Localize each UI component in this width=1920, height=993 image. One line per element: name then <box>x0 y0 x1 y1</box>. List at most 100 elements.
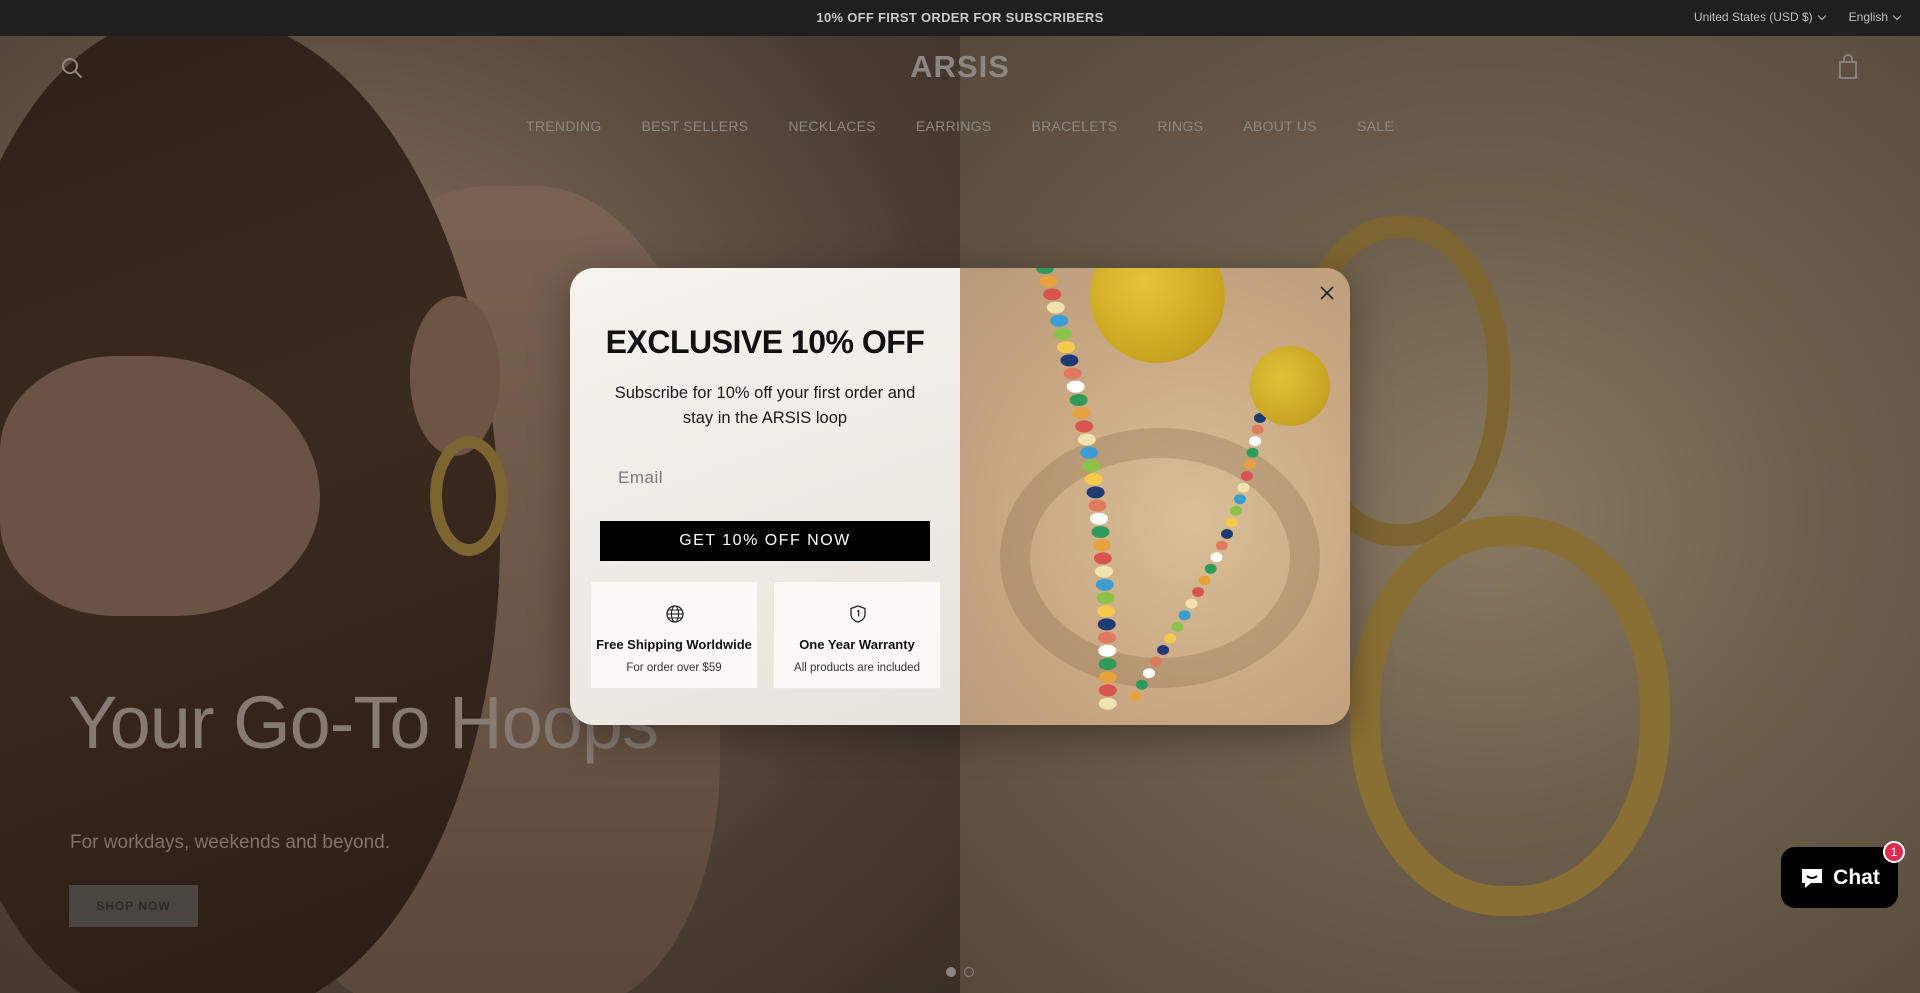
shop-now-button[interactable]: SHOP NOW <box>69 885 198 927</box>
country-selector[interactable]: United States (USD $) <box>1693 10 1826 24</box>
announcement-bar: 10% OFF FIRST ORDER FOR SUBSCRIBERS Unit… <box>0 0 1920 36</box>
chat-bubble-icon <box>1802 868 1823 888</box>
close-popup-button[interactable] <box>1316 282 1338 304</box>
bead <box>1098 658 1117 670</box>
bead <box>1098 631 1116 644</box>
bead <box>1084 473 1103 486</box>
bead <box>1093 552 1112 565</box>
globe-icon <box>666 605 684 623</box>
bead <box>1240 471 1253 481</box>
bead <box>1237 482 1250 493</box>
bead <box>1098 644 1117 657</box>
popup-subtitle: Subscribe for 10% off your first order a… <box>614 384 916 427</box>
hero-subtitle: For workdays, weekends and beyond. <box>70 832 391 853</box>
bead <box>1066 380 1085 393</box>
bead <box>1096 592 1115 604</box>
bead <box>1171 621 1184 632</box>
get-discount-button[interactable]: GET 10% OFF NOW <box>600 521 930 561</box>
bead <box>1092 539 1111 552</box>
bead <box>1204 563 1217 574</box>
bead <box>1091 526 1110 538</box>
hero-hoop-large <box>1350 516 1670 916</box>
bead <box>1157 645 1170 655</box>
close-icon <box>1320 286 1334 300</box>
nav-item-bracelets[interactable]: BRACELETS <box>1031 118 1117 134</box>
nav-item-rings[interactable]: RINGS <box>1157 118 1203 134</box>
popup-form-panel: EXCLUSIVE 10% OFF Subscribe for 10% off … <box>570 268 960 725</box>
popup-title: EXCLUSIVE 10% OFF <box>605 324 925 360</box>
nav-item-sale[interactable]: SALE <box>1357 118 1394 134</box>
language-label: English <box>1848 10 1888 24</box>
pompom-small <box>1250 346 1330 426</box>
bead <box>1210 552 1223 563</box>
email-field[interactable] <box>600 458 930 498</box>
newsletter-popup: EXCLUSIVE 10% OFF Subscribe for 10% off … <box>570 268 1350 725</box>
site-logo[interactable]: ARSIS <box>0 49 1920 85</box>
chat-label: Chat <box>1833 865 1880 889</box>
bead <box>1097 605 1116 618</box>
bead <box>1164 633 1177 644</box>
bead <box>1082 460 1101 472</box>
bead <box>1135 679 1148 690</box>
bead <box>1198 575 1211 586</box>
nav-item-best-sellers[interactable]: BEST SELLERS <box>642 118 749 134</box>
bead <box>1149 656 1162 667</box>
bead <box>1098 697 1117 710</box>
nav-item-earrings[interactable]: EARRINGS <box>916 118 992 134</box>
bead <box>1225 517 1238 528</box>
nav-item-trending[interactable]: TRENDING <box>526 118 602 134</box>
bead <box>1075 420 1094 433</box>
bead <box>1095 578 1114 591</box>
nav-item-necklaces[interactable]: NECKLACES <box>788 118 876 134</box>
benefit-title: One Year Warranty <box>799 637 915 652</box>
country-label: United States (USD $) <box>1693 10 1813 24</box>
language-selector[interactable]: English <box>1848 10 1902 24</box>
bead <box>1057 341 1076 354</box>
slide-dot-1[interactable] <box>946 967 956 977</box>
bead <box>1192 587 1205 597</box>
bead <box>1060 354 1079 367</box>
bead <box>1050 314 1069 327</box>
bead <box>1129 691 1142 702</box>
bead <box>1053 328 1072 340</box>
bead <box>1069 394 1088 406</box>
slide-dot-2[interactable] <box>964 967 974 977</box>
nav-item-about-us[interactable]: ABOUT US <box>1243 118 1317 134</box>
benefit-title: Free Shipping Worldwide <box>596 637 752 652</box>
bead <box>1249 436 1262 447</box>
bead <box>1080 446 1099 459</box>
bead <box>1072 407 1091 420</box>
locale-selectors: United States (USD $) English <box>1693 10 1902 24</box>
hero-ear <box>410 296 500 456</box>
chevron-down-icon <box>1892 11 1902 20</box>
chat-badge: 1 <box>1883 841 1905 863</box>
bead <box>1178 610 1191 621</box>
bead <box>1098 671 1117 684</box>
bead <box>1230 505 1242 516</box>
bead <box>1243 459 1256 470</box>
bead <box>1233 494 1246 505</box>
bead <box>1097 618 1116 631</box>
bead <box>1088 499 1107 512</box>
bead <box>1142 668 1155 679</box>
bead <box>1215 540 1228 551</box>
hero-earring <box>430 436 508 556</box>
bead <box>1221 529 1233 539</box>
bead <box>1246 447 1259 458</box>
chevron-down-icon <box>1817 11 1826 20</box>
bead <box>1036 268 1054 274</box>
bead <box>1098 684 1117 697</box>
benefit-card-shipping: Free Shipping Worldwide For order over $… <box>590 581 758 689</box>
chat-button[interactable]: Chat 1 <box>1781 841 1905 908</box>
bead <box>1251 424 1264 435</box>
bead <box>1063 367 1082 380</box>
bead <box>1086 486 1105 499</box>
benefit-card-warranty: One Year Warranty All products are inclu… <box>773 581 941 689</box>
benefit-subtitle: For order over $59 <box>626 662 722 674</box>
bead <box>1077 433 1096 446</box>
bead <box>1185 598 1198 609</box>
cart-icon[interactable] <box>1836 54 1860 80</box>
shield-icon <box>850 605 866 623</box>
main-nav: TRENDING BEST SELLERS NECKLACES EARRINGS… <box>0 118 1920 134</box>
slide-dots <box>946 967 974 977</box>
